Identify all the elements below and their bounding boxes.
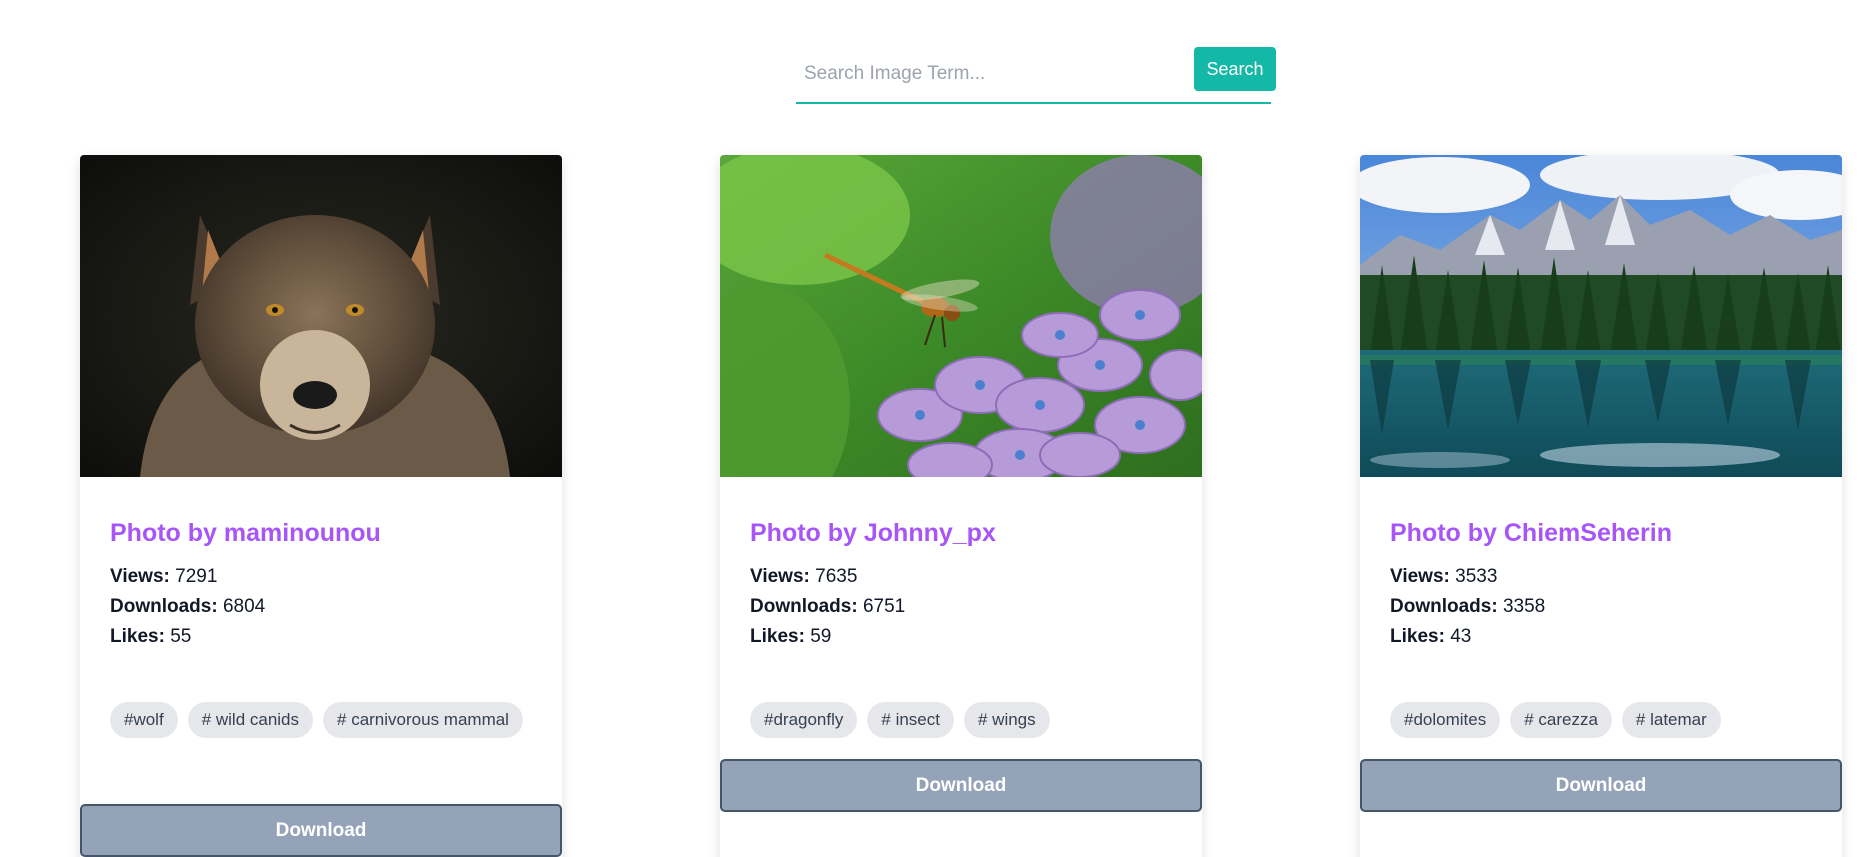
views-stat: Views: 7291: [110, 562, 540, 592]
download-button[interactable]: Download: [1360, 759, 1842, 812]
likes-stat: Likes: 55: [110, 622, 540, 652]
image-card: Photo by Johnny_px Views: 7635 Downloads…: [720, 155, 1202, 857]
likes-value: 43: [1450, 626, 1472, 647]
tag: # latemar: [1621, 702, 1721, 738]
card-body: Photo by ChiemSeherin Views: 3533 Downlo…: [1390, 518, 1820, 652]
tag-list: #wolf # wild canids # carnivorous mammal: [110, 702, 540, 738]
views-stat: Views: 3533: [1390, 562, 1820, 592]
search-button[interactable]: Search: [1194, 47, 1276, 91]
views-label: Views:: [750, 566, 810, 587]
views-value: 7635: [815, 566, 858, 587]
card-stats: Views: 7635 Downloads: 6751 Likes: 59: [750, 562, 1180, 652]
card-stats: Views: 3533 Downloads: 3358 Likes: 43: [1390, 562, 1820, 652]
downloads-stat: Downloads: 6804: [110, 592, 540, 622]
tag: # wings: [963, 702, 1050, 738]
tag: # wild canids: [187, 702, 314, 738]
likes-value: 59: [810, 626, 832, 647]
card-body: Photo by Johnny_px Views: 7635 Downloads…: [750, 518, 1180, 652]
tag-list: #dragonfly # insect # wings: [750, 702, 1180, 738]
downloads-value: 3358: [1502, 596, 1546, 617]
tag-list: #dolomites # carezza # latemar: [1390, 702, 1820, 738]
search-input[interactable]: [796, 46, 1191, 104]
card-stats: Views: 7291 Downloads: 6804 Likes: 55: [110, 562, 540, 652]
tag: # carezza: [1510, 702, 1612, 738]
card-image-mountain-lake[interactable]: [1360, 155, 1842, 477]
card-title: Photo by Johnny_px: [750, 519, 996, 547]
card-image-dragonfly[interactable]: [720, 155, 1202, 477]
image-card: Photo by ChiemSeherin Views: 3533 Downlo…: [1360, 155, 1842, 857]
likes-stat: Likes: 43: [1390, 622, 1820, 652]
views-value: 3533: [1455, 566, 1498, 587]
card-image-wolf[interactable]: [80, 155, 562, 477]
downloads-label: Downloads:: [750, 596, 858, 617]
views-value: 7291: [175, 566, 218, 587]
page: Search Image Term... Search Photo by mam…: [0, 0, 1872, 857]
card-body: Photo by maminounou Views: 7291 Download…: [110, 518, 540, 652]
likes-stat: Likes: 59: [750, 622, 1180, 652]
downloads-label: Downloads:: [110, 596, 218, 617]
downloads-stat: Downloads: 6751: [750, 592, 1180, 622]
downloads-value: 6751: [862, 596, 906, 617]
search-underline: [1191, 102, 1271, 104]
views-label: Views:: [110, 566, 170, 587]
download-button[interactable]: Download: [720, 759, 1202, 812]
card-title: Photo by ChiemSeherin: [1390, 519, 1672, 547]
tag: # carnivorous mammal: [323, 702, 523, 738]
views-label: Views:: [1390, 566, 1450, 587]
tag: #wolf: [110, 702, 178, 738]
image-card: Photo by maminounou Views: 7291 Download…: [80, 155, 562, 857]
download-button[interactable]: Download: [80, 804, 562, 857]
likes-label: Likes:: [110, 626, 165, 647]
card-title: Photo by maminounou: [110, 519, 381, 547]
tag: # insect: [867, 702, 954, 738]
likes-value: 55: [170, 626, 192, 647]
search-form: Search: [796, 46, 1276, 104]
views-stat: Views: 7635: [750, 562, 1180, 592]
tag: #dolomites: [1390, 702, 1501, 738]
likes-label: Likes:: [750, 626, 805, 647]
downloads-label: Downloads:: [1390, 596, 1498, 617]
downloads-value: 6804: [222, 596, 266, 617]
tag: #dragonfly: [750, 702, 858, 738]
likes-label: Likes:: [1390, 626, 1445, 647]
downloads-stat: Downloads: 3358: [1390, 592, 1820, 622]
